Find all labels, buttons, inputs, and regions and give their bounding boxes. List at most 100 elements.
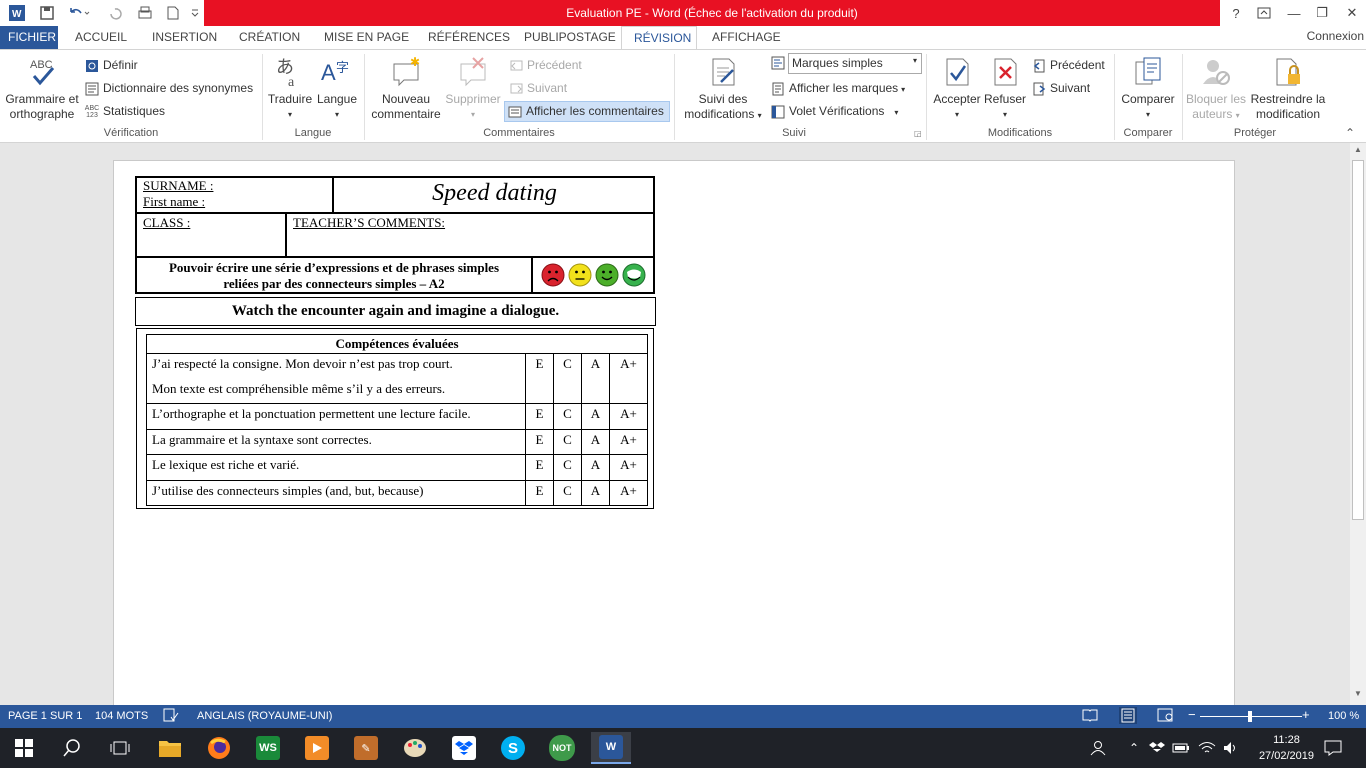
close-button[interactable]: ✕ bbox=[1338, 0, 1366, 26]
scroll-down-icon[interactable]: ▼ bbox=[1352, 689, 1364, 701]
language-status[interactable]: ANGLAIS (ROYAUME-UNI) bbox=[197, 710, 332, 722]
word-app-icon[interactable]: W bbox=[6, 3, 28, 23]
previous-change-button[interactable]: Précédent bbox=[1031, 58, 1105, 73]
ws-app-icon[interactable]: WS bbox=[248, 732, 288, 764]
compare-button[interactable]: Comparer ▾ bbox=[1118, 56, 1178, 122]
windows-start-icon[interactable] bbox=[4, 732, 44, 764]
svg-text:W: W bbox=[12, 9, 22, 20]
markup-view-icon bbox=[770, 55, 789, 70]
file-explorer-icon[interactable] bbox=[150, 732, 190, 764]
show-comments-button[interactable]: Afficher les commentaires bbox=[504, 101, 670, 122]
palette-app-icon[interactable] bbox=[395, 732, 435, 764]
search-icon[interactable] bbox=[52, 732, 92, 764]
help-button[interactable]: ? bbox=[1222, 0, 1250, 26]
tab-accueil[interactable]: ACCUEIL bbox=[67, 26, 135, 50]
tab-references[interactable]: RÉFÉRENCES bbox=[420, 26, 518, 50]
word-count-label: Statistiques bbox=[103, 104, 166, 118]
new-comment-button[interactable]: ✱ Nouveau commentaire bbox=[366, 56, 446, 122]
tab-file[interactable]: FICHIER bbox=[0, 26, 58, 50]
language-dropdown-icon: ▾ bbox=[334, 110, 339, 119]
thesaurus-button[interactable]: Dictionnaire des synonymes bbox=[84, 81, 253, 96]
document-page[interactable]: SURNAME : First name : Speed dating CLAS… bbox=[113, 160, 1235, 705]
dropbox-tray-icon[interactable] bbox=[1146, 732, 1168, 764]
word-count-button[interactable]: ABC 123 Statistiques bbox=[84, 104, 165, 119]
show-markup-button[interactable]: Afficher les marques ▾ bbox=[770, 81, 905, 96]
next-change-button[interactable]: Suivant bbox=[1031, 81, 1090, 96]
define-label: Définir bbox=[103, 58, 138, 72]
tab-publipostage[interactable]: PUBLIPOSTAGE bbox=[516, 26, 624, 50]
minimize-button[interactable]: — bbox=[1280, 0, 1308, 26]
grade-e: E bbox=[525, 403, 554, 430]
skype-icon[interactable]: S bbox=[493, 732, 533, 764]
proofing-icon[interactable] bbox=[163, 708, 179, 725]
delete-comment-button[interactable]: Supprimer ▾ bbox=[444, 56, 502, 122]
zoom-in-button[interactable]: + bbox=[1302, 707, 1310, 722]
accept-button[interactable]: Accepter ▾ bbox=[930, 56, 984, 122]
collapse-ribbon-icon[interactable]: ⌃ bbox=[1345, 126, 1355, 140]
next-change-icon bbox=[1031, 82, 1047, 96]
redo-icon[interactable] bbox=[104, 3, 126, 23]
previous-change-label: Précédent bbox=[1050, 58, 1105, 72]
sign-in-link[interactable]: Connexion bbox=[1307, 26, 1364, 46]
translate-button[interactable]: あa Traduire ▾ bbox=[266, 56, 314, 122]
define-button[interactable]: Définir bbox=[84, 58, 138, 73]
dialog-launcher-icon[interactable]: ◲ bbox=[914, 129, 922, 138]
track-changes-button[interactable]: Suivi des modifications ▾ bbox=[678, 56, 768, 123]
read-mode-icon[interactable] bbox=[1082, 708, 1098, 725]
tab-revision[interactable]: RÉVISION bbox=[621, 26, 697, 50]
reviewing-pane-button[interactable]: Volet Vérifications ▾ bbox=[770, 104, 898, 119]
people-icon[interactable] bbox=[1086, 732, 1110, 764]
paint-app-icon[interactable]: ✎ bbox=[346, 732, 386, 764]
show-markup-dropdown-icon: ▾ bbox=[901, 85, 906, 94]
clock[interactable]: 11:28 27/02/2019 bbox=[1259, 732, 1314, 764]
firefox-icon[interactable] bbox=[199, 732, 239, 764]
page-count[interactable]: PAGE 1 SUR 1 bbox=[8, 710, 82, 722]
word-count[interactable]: 104 MOTS bbox=[95, 710, 148, 722]
spelling-grammar-button[interactable]: ABC Grammaire et orthographe bbox=[4, 56, 80, 122]
task-view-icon[interactable] bbox=[100, 732, 140, 764]
battery-icon[interactable] bbox=[1170, 732, 1192, 764]
scroll-up-icon[interactable]: ▲ bbox=[1352, 145, 1364, 157]
undo-icon[interactable] bbox=[64, 3, 94, 23]
instruction-text: Watch the encounter again and imagine a … bbox=[231, 303, 560, 319]
grade-c: C bbox=[553, 403, 582, 430]
previous-comment-button[interactable]: Précédent bbox=[508, 58, 582, 73]
vertical-scrollbar[interactable]: ▲ ▼ bbox=[1350, 143, 1366, 705]
tab-mise-en-page[interactable]: MISE EN PAGE bbox=[316, 26, 417, 50]
zoom-out-button[interactable]: − bbox=[1188, 707, 1196, 722]
dropbox-icon[interactable] bbox=[444, 732, 484, 764]
new-document-icon[interactable] bbox=[162, 3, 184, 23]
wifi-icon[interactable] bbox=[1196, 732, 1218, 764]
word-taskbar-icon[interactable]: W bbox=[591, 732, 631, 764]
notifications-icon[interactable] bbox=[1318, 732, 1348, 764]
web-layout-icon[interactable] bbox=[1157, 708, 1175, 725]
tab-creation[interactable]: CRÉATION bbox=[231, 26, 308, 50]
print-layout-icon[interactable] bbox=[1119, 707, 1137, 724]
print-preview-icon[interactable] bbox=[134, 3, 156, 23]
customize-qat-icon[interactable] bbox=[188, 3, 202, 23]
ribbon-display-options-icon[interactable] bbox=[1250, 0, 1278, 26]
group-label-commentaires: Commentaires bbox=[483, 127, 555, 139]
scroll-thumb[interactable] bbox=[1352, 160, 1364, 520]
restrict-editing-button[interactable]: Restreindre la modification bbox=[1248, 56, 1328, 122]
track-changes-label-2-wrap: modifications ▾ bbox=[678, 107, 768, 123]
new-comment-label-2: commentaire bbox=[371, 107, 441, 121]
notes-app-icon[interactable]: NOT bbox=[542, 732, 582, 764]
reject-button[interactable]: Refuser ▾ bbox=[982, 56, 1028, 122]
language-button[interactable]: A字 Langue ▾ bbox=[314, 56, 360, 122]
markup-view-select[interactable]: Marques simples ▾ bbox=[788, 53, 922, 74]
grade-a-plus: A+ bbox=[609, 480, 648, 506]
save-icon[interactable] bbox=[36, 3, 58, 23]
next-comment-button[interactable]: Suivant bbox=[508, 81, 567, 96]
block-authors-button[interactable]: Bloquer les auteurs ▾ bbox=[1184, 56, 1248, 123]
restore-button[interactable]: ❐ bbox=[1308, 0, 1336, 26]
zoom-level[interactable]: 100 % bbox=[1328, 710, 1359, 722]
volume-icon[interactable] bbox=[1220, 732, 1242, 764]
tab-insertion[interactable]: INSERTION bbox=[144, 26, 225, 50]
tab-affichage[interactable]: AFFICHAGE bbox=[704, 26, 789, 50]
zoom-slider-thumb[interactable] bbox=[1248, 711, 1252, 722]
show-hidden-icons[interactable]: ⌃ bbox=[1124, 732, 1144, 764]
objective-text: Pouvoir écrire une série d’expressions e… bbox=[137, 260, 531, 292]
competences-header: Compétences évaluées bbox=[146, 334, 648, 354]
media-player-icon[interactable] bbox=[297, 732, 337, 764]
